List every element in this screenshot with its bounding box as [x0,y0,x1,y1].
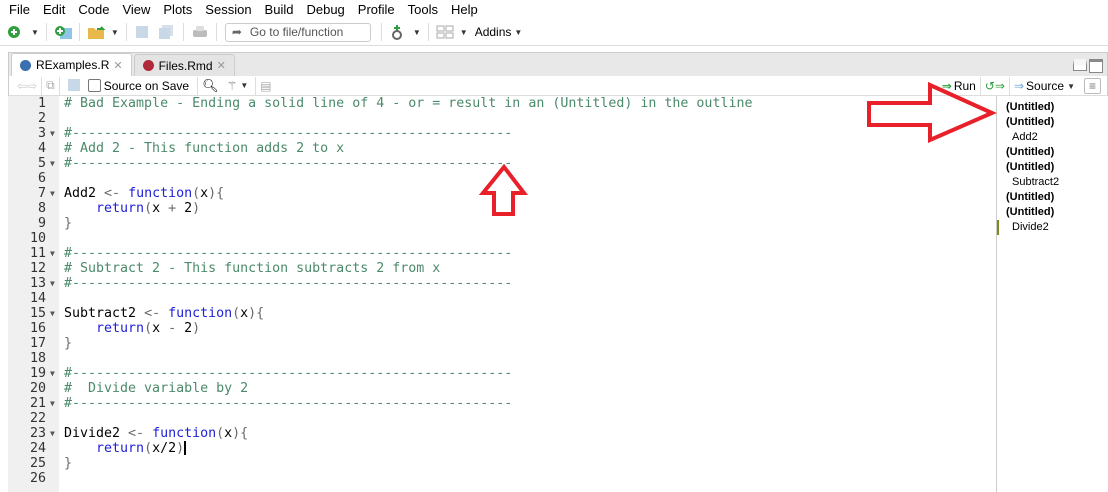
editor-toolbar: ⇦ ⇨ ⧉ Source on Save 🔍︎ ⚚ ▼ ▤ ⇒ Run ↺⇒ ⇒ S… [9,76,1107,96]
menu-profile[interactable]: Profile [353,2,403,17]
build-icon[interactable] [389,24,407,40]
source-pane: RExamples.R ✕ Files.Rmd ✕ ⇦ ⇨ ⧉ Source on Sa… [8,52,1108,492]
go-to-file-input[interactable]: ➦ Go to file/function [224,22,371,42]
close-tab-icon[interactable]: ✕ [113,59,122,72]
search-icon[interactable]: 🔍︎ [202,78,219,94]
source-icon[interactable]: ⇒ [1014,79,1024,93]
forward-icon[interactable]: ⇨ [27,79,37,93]
menu-edit[interactable]: Edit [38,2,73,17]
rerun-icon[interactable]: ↺⇒ [985,79,1005,93]
new-project-icon[interactable] [54,24,72,40]
build-dropdown[interactable]: ▼ [413,28,421,37]
source-on-save-label[interactable]: Source on Save [104,79,189,93]
show-in-window-icon[interactable]: ⧉ [46,78,55,93]
source-dropdown[interactable]: ▼ [1067,82,1075,91]
save-file-icon[interactable] [67,78,85,94]
magic-wand-icon[interactable]: ⚚ [227,79,238,93]
new-file-icon[interactable] [7,24,25,40]
code-tools-dropdown[interactable]: ▼ [240,81,248,90]
back-icon[interactable]: ⇦ [17,79,27,93]
document-outline-toggle[interactable]: ≡ [1083,78,1101,94]
menu-bar: File Edit Code View Plots Session Build Debug Pr… [0,0,1108,19]
pane-layout-icon[interactable] [436,24,454,40]
minimize-icon[interactable] [1073,59,1087,71]
tab-rexamples-r[interactable]: RExamples.R ✕ [11,53,132,76]
menu-file[interactable]: File [4,2,38,17]
addins-menu[interactable]: Addins [475,25,512,39]
r-file-icon [20,59,31,71]
run-button[interactable]: Run [954,79,976,93]
layout-dropdown[interactable]: ▼ [460,28,468,37]
pane-window-controls [1073,59,1103,73]
arrow-icon: ➦ [231,25,242,39]
new-file-dropdown[interactable]: ▼ [31,28,39,37]
open-folder-icon[interactable] [87,24,106,40]
source-on-save-checkbox[interactable] [87,79,101,92]
open-dropdown[interactable]: ▼ [111,28,119,37]
editor-tabs: RExamples.R ✕ Files.Rmd ✕ [9,53,1107,76]
save-icon[interactable] [134,24,152,40]
rmd-file-icon [142,60,154,71]
addins-dropdown[interactable]: ▼ [514,28,522,37]
compile-report-icon[interactable]: ▤ [260,79,271,93]
menu-code[interactable]: Code [73,2,117,17]
menu-tools[interactable]: Tools [403,2,446,17]
tab-files-rmd[interactable]: Files.Rmd ✕ [133,54,235,76]
run-icon[interactable]: ⇒ [942,79,952,93]
maximize-icon[interactable] [1089,59,1103,73]
menu-build[interactable]: Build [260,2,302,17]
save-all-icon[interactable] [158,24,176,40]
menu-plots[interactable]: Plots [158,2,200,17]
menu-help[interactable]: Help [446,2,486,17]
main-toolbar: ▼ ▼ ➦ Go to file/function ▼ ▼ Addins ▼ [0,19,1108,46]
print-icon[interactable] [191,24,209,40]
close-tab-icon[interactable]: ✕ [217,59,226,72]
source-button[interactable]: Source [1026,79,1064,93]
menu-session[interactable]: Session [200,2,259,17]
menu-debug[interactable]: Debug [301,2,352,17]
menu-view[interactable]: View [117,2,158,17]
